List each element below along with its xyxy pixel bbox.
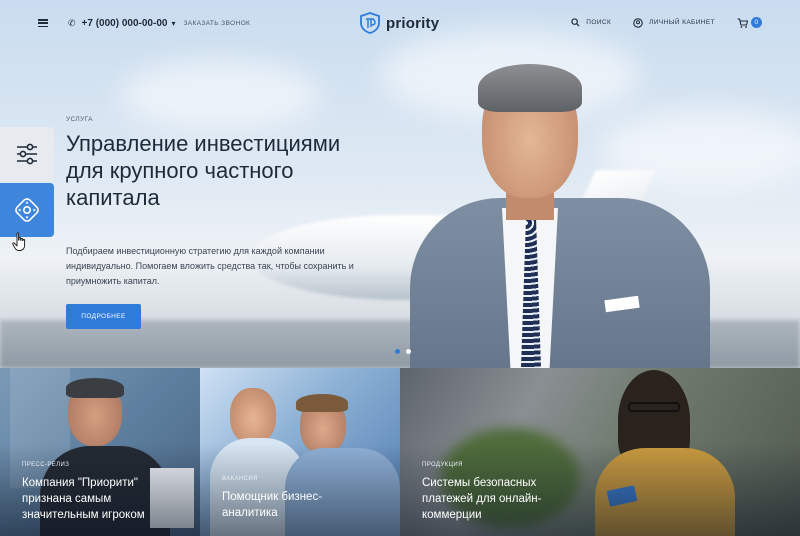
phone-number[interactable]: +7 (000) 000-00-00: [82, 18, 168, 29]
card-vacancy[interactable]: [200, 368, 400, 536]
user-icon: [633, 17, 643, 28]
sliders-icon: [17, 143, 37, 165]
businessman-photo: [410, 64, 710, 368]
shield-logo-icon: [360, 12, 380, 34]
card-press-release[interactable]: [0, 368, 200, 536]
brand-logo[interactable]: priority: [360, 12, 439, 34]
feature-cards: [0, 368, 800, 536]
hero-eyebrow: УСЛУГА: [66, 116, 93, 123]
more-button[interactable]: ПОДРОБНЕЕ: [66, 304, 141, 329]
slider-pagination: [395, 349, 417, 354]
callback-link[interactable]: ЗАКАЗАТЬ ЗВОНОК: [183, 20, 250, 27]
brand-name: priority: [386, 14, 440, 32]
search-icon: [571, 18, 580, 27]
cart-count-badge: 0: [751, 17, 762, 28]
menu-icon[interactable]: [38, 19, 48, 27]
search-label: ПОИСК: [586, 19, 612, 26]
compass-icon: [15, 198, 39, 222]
site-header: ✆ +7 (000) 000-00-00 ▾ ЗАКАЗАТЬ ЗВОНОК p…: [0, 0, 800, 46]
chevron-down-icon[interactable]: ▾: [171, 19, 175, 28]
navigation-widget-button[interactable]: [0, 183, 54, 237]
hero-description: Подбираем инвестиционную стратегию для к…: [66, 246, 354, 286]
cart-button[interactable]: 0: [737, 17, 762, 28]
search-button[interactable]: ПОИСК: [571, 18, 611, 27]
cart-icon: [737, 17, 748, 28]
phone-icon: ✆: [68, 17, 76, 28]
card-product[interactable]: [400, 368, 800, 536]
account-button[interactable]: ЛИЧНЫЙ КАБИНЕТ: [633, 17, 715, 28]
hero-title: Управление инвестициями для крупного час…: [66, 131, 341, 210]
slider-dot-2[interactable]: [406, 349, 411, 354]
account-label: ЛИЧНЫЙ КАБИНЕТ: [649, 19, 715, 26]
slider-dot-1[interactable]: [395, 349, 400, 354]
settings-widget-button[interactable]: [0, 127, 54, 181]
hand-cursor-icon: [12, 232, 26, 251]
